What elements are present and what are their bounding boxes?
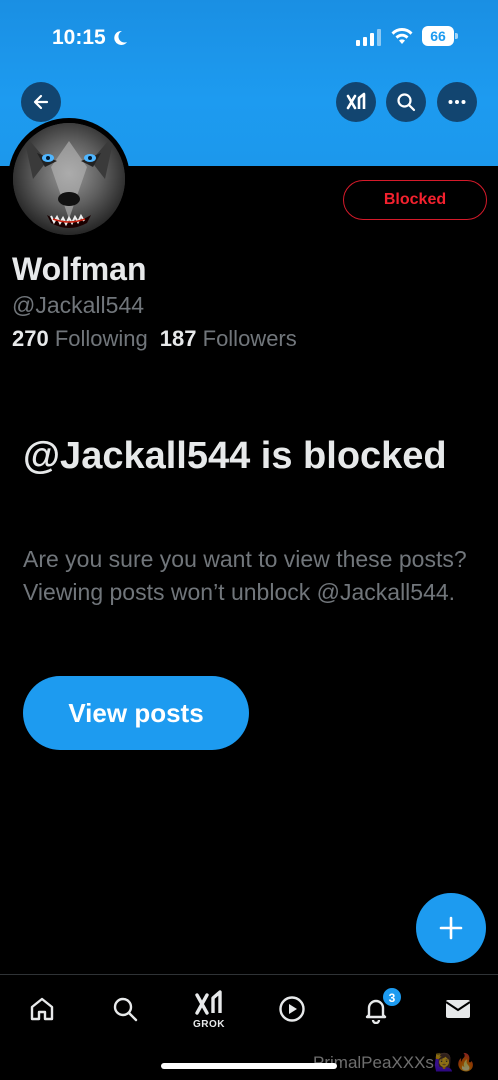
- more-button[interactable]: [437, 82, 477, 122]
- followers-link[interactable]: 187 Followers: [160, 326, 297, 352]
- moon-icon: [114, 30, 127, 45]
- play-icon: [279, 996, 305, 1022]
- battery-icon: 66: [422, 26, 458, 46]
- followers-count: 187: [159, 326, 197, 351]
- search-button[interactable]: [386, 82, 426, 122]
- grok-icon: [346, 92, 366, 110]
- search-icon: [397, 93, 416, 112]
- tab-search[interactable]: [105, 989, 145, 1029]
- compose-post-button[interactable]: [416, 893, 486, 963]
- grok-tab-label: GROK: [193, 1019, 225, 1030]
- arrow-left-icon: [33, 94, 49, 110]
- followers-label: Followers: [202, 326, 297, 351]
- view-posts-button[interactable]: View posts: [23, 676, 249, 750]
- grok-icon: [195, 990, 222, 1015]
- tab-video[interactable]: [272, 989, 312, 1029]
- blocked-button[interactable]: Blocked: [343, 180, 487, 220]
- following-label: Following: [54, 326, 148, 351]
- wolf-avatar-image: [13, 123, 125, 235]
- status-time: 10:15: [52, 26, 128, 50]
- tab-messages[interactable]: [438, 989, 478, 1029]
- cellular-signal-icon: [356, 28, 381, 46]
- mail-icon: [445, 1000, 471, 1018]
- status-time-text: 10:15: [52, 26, 106, 49]
- grok-button[interactable]: [336, 82, 376, 122]
- profile-handle: @Jackall544: [12, 292, 145, 318]
- home-indicator[interactable]: [161, 1063, 337, 1069]
- following-count: 270: [12, 326, 49, 351]
- battery-level: 66: [422, 26, 454, 46]
- plus-icon: [439, 916, 463, 940]
- display-name: Wolfman: [12, 251, 147, 287]
- watermark-text: PrimalPeaXXXs🙋‍♀️🔥: [313, 1053, 477, 1072]
- following-link[interactable]: 270 Following: [12, 326, 148, 352]
- follow-stats: 270 Following 187 Followers: [12, 326, 297, 352]
- blocked-description: Are you sure you want to view these post…: [23, 546, 467, 605]
- status-bar: 10:15 66: [0, 0, 498, 74]
- home-icon: [30, 997, 54, 1021]
- more-horizontal-icon: [448, 100, 466, 104]
- blocked-title: @Jackall544 is blocked: [23, 435, 447, 477]
- search-icon: [113, 997, 138, 1022]
- tab-grok[interactable]: [189, 983, 229, 1023]
- wifi-icon: [391, 28, 413, 44]
- avatar[interactable]: [8, 118, 130, 240]
- back-button[interactable]: [21, 82, 61, 122]
- notification-badge: 3: [382, 987, 402, 1007]
- tab-home[interactable]: [22, 989, 62, 1029]
